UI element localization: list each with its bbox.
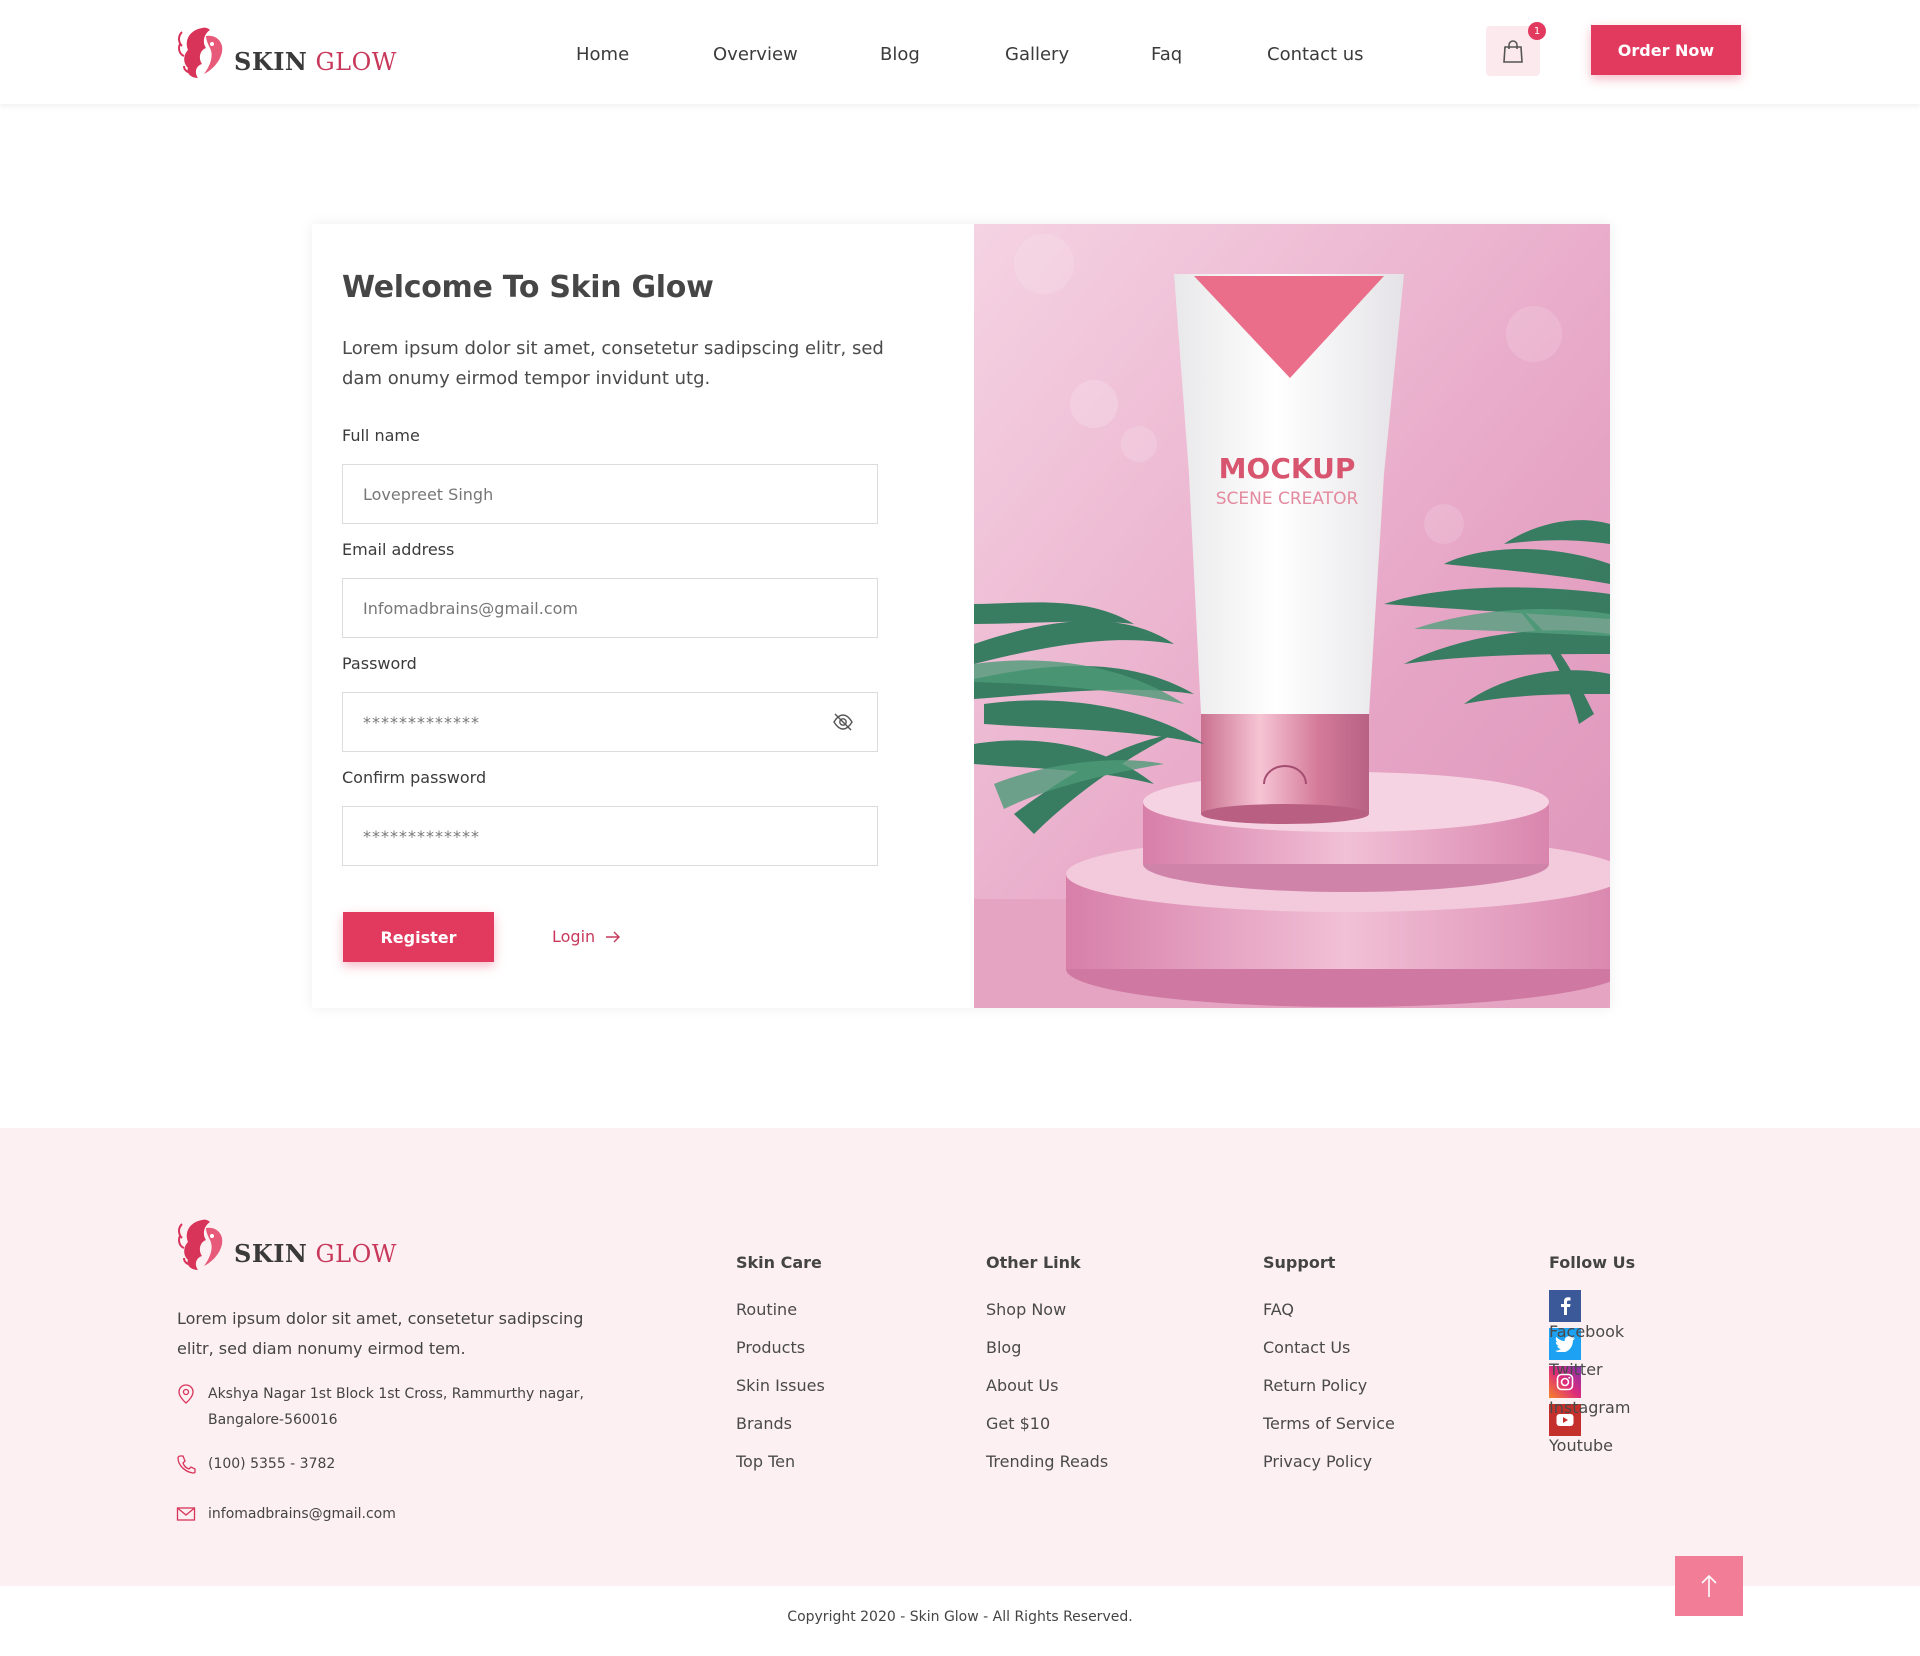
footer-logo[interactable]: SKIN GLOW: [176, 1214, 397, 1272]
footer-link-about-us[interactable]: About Us: [986, 1376, 1108, 1414]
footer-email-text: infomadbrains@gmail.com: [208, 1506, 396, 1522]
full-name-label: Full name: [342, 426, 420, 445]
location-pin-icon: [178, 1384, 194, 1404]
social-facebook[interactable]: Facebook: [1549, 1290, 1635, 1341]
footer-about: Lorem ipsum dolor sit amet, consetetur s…: [177, 1309, 584, 1358]
confirm-password-label: Confirm password: [342, 768, 487, 787]
footer-col-title: Other Link: [986, 1253, 1081, 1272]
arrow-up-icon: [1701, 1574, 1717, 1597]
facebook-icon: [1549, 1290, 1581, 1322]
footer-link-faq[interactable]: FAQ: [1263, 1300, 1395, 1338]
login-link[interactable]: Login: [552, 927, 621, 946]
footer-link-contact-us[interactable]: Contact Us: [1263, 1338, 1395, 1376]
scroll-to-top-button[interactable]: [1675, 1556, 1743, 1616]
password-input[interactable]: [342, 692, 878, 752]
site-header: SKIN GLOW Home Overview Blog Gallery Faq…: [0, 0, 1920, 104]
order-now-button[interactable]: Order Now: [1591, 25, 1741, 75]
email-input[interactable]: [342, 578, 878, 638]
password-label: Password: [342, 654, 417, 673]
footer-link-privacy-policy[interactable]: Privacy Policy: [1263, 1452, 1395, 1490]
brand-name-part1: SKIN: [234, 47, 308, 76]
mockup-subtitle: SCENE CREATOR: [1216, 489, 1359, 509]
arrow-right-icon: [606, 931, 621, 942]
footer-col-title: Follow Us: [1549, 1253, 1636, 1272]
footer-address-text: Akshya Nagar 1st Block 1st Cross, Rammur…: [208, 1386, 584, 1428]
register-card: Welcome To Skin Glow Lorem ipsum dolor s…: [312, 224, 1610, 1008]
footer-col-skin-care: Skin Care Routine Products Skin Issues B…: [736, 1253, 825, 1490]
skin-glow-logo-icon: [178, 1219, 223, 1270]
skin-glow-logo-icon: [178, 27, 223, 78]
footer-phone-text: (100) 5355 - 3782: [208, 1456, 336, 1472]
footer-link-skin-issues[interactable]: Skin Issues: [736, 1376, 825, 1414]
nav-faq[interactable]: Faq: [1151, 44, 1182, 65]
footer-col-follow-us: Follow Us Facebook Twitter Instagram You…: [1549, 1253, 1636, 1455]
brand-name-part1: SKIN: [234, 1239, 308, 1268]
brand-name-part2: GLOW: [315, 1240, 397, 1268]
register-button[interactable]: Register: [343, 912, 494, 962]
footer-col-title: Skin Care: [736, 1253, 822, 1272]
footer-phone[interactable]: (100) 5355 - 3782: [176, 1451, 335, 1477]
register-intro: Lorem ipsum dolor sit amet, consetetur s…: [342, 338, 884, 389]
phone-icon: [177, 1455, 196, 1474]
register-title: Welcome To Skin Glow: [342, 270, 714, 305]
social-label: Youtube: [1549, 1436, 1613, 1455]
eye-off-icon[interactable]: [832, 711, 854, 733]
footer-address: Akshya Nagar 1st Block 1st Cross, Rammur…: [176, 1381, 596, 1433]
product-mockup-illustration: MOCKUP SCENE CREATOR: [974, 224, 1610, 1008]
full-name-input[interactable]: [342, 464, 878, 524]
header-logo[interactable]: SKIN GLOW: [176, 22, 397, 80]
footer-email[interactable]: infomadbrains@gmail.com: [176, 1501, 396, 1527]
mail-icon: [176, 1507, 196, 1521]
cart-count-badge: 1: [1528, 22, 1546, 40]
brand-name: SKIN GLOW: [234, 47, 397, 76]
footer-link-trending-reads[interactable]: Trending Reads: [986, 1452, 1108, 1490]
footer-col-other-link: Other Link Shop Now Blog About Us Get $1…: [986, 1253, 1108, 1490]
nav-gallery[interactable]: Gallery: [1005, 44, 1069, 65]
footer-link-shop-now[interactable]: Shop Now: [986, 1300, 1108, 1338]
register-form: Welcome To Skin Glow Lorem ipsum dolor s…: [312, 224, 974, 1008]
footer-link-get-10[interactable]: Get $10: [986, 1414, 1108, 1452]
hero-product-image: MOCKUP SCENE CREATOR: [974, 224, 1610, 1008]
copyright-text: Copyright 2020 - Skin Glow - All Rights …: [787, 1609, 1133, 1625]
footer-link-return-policy[interactable]: Return Policy: [1263, 1376, 1395, 1414]
footer-col-title: Support: [1263, 1253, 1336, 1272]
footer-link-blog[interactable]: Blog: [986, 1338, 1108, 1376]
footer-link-brands[interactable]: Brands: [736, 1414, 825, 1452]
cart-button[interactable]: 1: [1486, 22, 1546, 76]
nav-home[interactable]: Home: [576, 44, 629, 65]
nav-blog[interactable]: Blog: [880, 44, 920, 65]
footer-link-routine[interactable]: Routine: [736, 1300, 825, 1338]
login-link-label: Login: [552, 927, 596, 946]
confirm-password-input[interactable]: [342, 806, 878, 866]
nav-contact-us[interactable]: Contact us: [1267, 44, 1364, 65]
brand-name: SKIN GLOW: [234, 1239, 397, 1268]
footer-link-terms-of-service[interactable]: Terms of Service: [1263, 1414, 1395, 1452]
footer-link-top-ten[interactable]: Top Ten: [736, 1452, 825, 1490]
site-footer: SKIN GLOW Lorem ipsum dolor sit amet, co…: [0, 1128, 1920, 1586]
footer-col-support: Support FAQ Contact Us Return Policy Ter…: [1263, 1253, 1395, 1490]
footer-link-products[interactable]: Products: [736, 1338, 825, 1376]
brand-name-part2: GLOW: [315, 48, 397, 76]
email-label: Email address: [342, 540, 455, 559]
shopping-bag-icon: [1503, 40, 1523, 63]
nav-overview[interactable]: Overview: [713, 44, 798, 65]
mockup-title: MOCKUP: [1219, 452, 1356, 485]
